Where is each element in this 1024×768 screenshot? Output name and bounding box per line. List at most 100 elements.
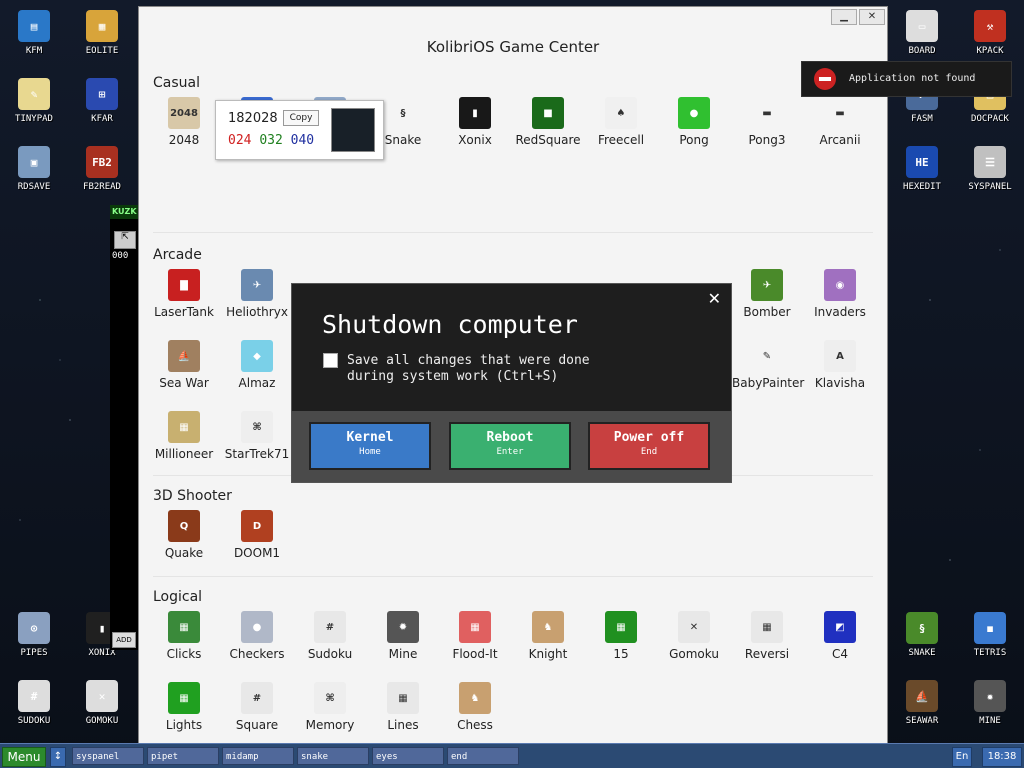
notification[interactable]: Application not found [801, 61, 1012, 97]
game-checkers[interactable]: ● Checkers [222, 611, 292, 661]
kernel-button[interactable]: Kernel Home [309, 422, 431, 470]
desktop-icon-tetris[interactable]: ◼ TETRIS [956, 612, 1024, 658]
game-label: C4 [831, 647, 848, 661]
game-sea-war[interactable]: ⛵ Sea War [149, 340, 219, 390]
game-millioneer[interactable]: ▦ Millioneer [149, 411, 219, 461]
save-changes-label[interactable]: Save all changes that were done during s… [347, 353, 590, 385]
game-mine[interactable]: ✹ Mine [368, 611, 438, 661]
game-knight[interactable]: ♞ Knight [513, 611, 583, 661]
notification-text: Application not found [849, 73, 976, 84]
game-c4[interactable]: ◩ C4 [805, 611, 875, 661]
game-freecell[interactable]: ♠ Freecell [586, 97, 656, 147]
task-pipet[interactable]: pipet [147, 747, 219, 765]
desktop-icon-label: EOLITE [85, 46, 119, 56]
stop-icon [814, 68, 836, 90]
almaz-icon: ◆ [241, 340, 273, 372]
power-off-button[interactable]: Power off End [588, 422, 710, 470]
add-button[interactable]: ADD [112, 632, 136, 648]
close-icon[interactable]: ✕ [708, 289, 721, 308]
game-heliothryx[interactable]: ✈ Heliothryx [222, 269, 292, 319]
task-snake[interactable]: snake [297, 747, 369, 765]
dialog-title: Shutdown computer [322, 310, 578, 339]
desktop-icon-snake[interactable]: § SNAKE [888, 612, 956, 658]
desktop-icon-kfm[interactable]: ▤ KFM [0, 10, 68, 56]
desktop-icon-eolite[interactable]: ▦ EOLITE [68, 10, 136, 56]
desktop-icon-kpack[interactable]: ⚒ KPACK [956, 10, 1024, 56]
game-label: Quake [164, 546, 204, 560]
game-redsquare[interactable]: ■ RedSquare [513, 97, 583, 147]
kfm-icon: ▤ [18, 10, 50, 42]
game-label: Sudoku [307, 647, 353, 661]
game-reversi[interactable]: ▦ Reversi [732, 611, 802, 661]
category-divider [153, 576, 873, 577]
game-gomoku[interactable]: ✕ Gomoku [659, 611, 729, 661]
task-eyes[interactable]: eyes [372, 747, 444, 765]
menu-button[interactable]: Menu [2, 747, 46, 767]
game-pong3[interactable]: ▬ Pong3 [732, 97, 802, 147]
desktop-icon-seawar[interactable]: ⛵ SEAWAR [888, 680, 956, 726]
game-label: Millioneer [154, 447, 214, 461]
desktop-icon-mine[interactable]: ✹ MINE [956, 680, 1024, 726]
gomoku-icon: ✕ [678, 611, 710, 643]
kpack-icon: ⚒ [974, 10, 1006, 42]
red-value: 024 [228, 133, 252, 148]
language-indicator[interactable]: En [952, 747, 972, 767]
desktop-icon-hexedit[interactable]: HE HEXEDIT [888, 146, 956, 192]
game-lights[interactable]: ▦ Lights [149, 682, 219, 732]
game-babypainter[interactable]: ✎ BabyPainter [732, 340, 804, 390]
tinypad-icon: ✎ [18, 78, 50, 110]
klavisha-icon: A [824, 340, 856, 372]
strip-button[interactable]: ⇱ [114, 231, 136, 249]
game-doom1[interactable]: D DOOM1 [222, 510, 292, 560]
game-square[interactable]: # Square [222, 682, 292, 732]
game-memory[interactable]: ⌘ Memory [295, 682, 365, 732]
flood-it-icon: ▦ [459, 611, 491, 643]
checkbox-line-2: during system work (Ctrl+S) [347, 369, 559, 384]
save-changes-checkbox[interactable] [323, 353, 338, 368]
eolite-icon: ▦ [86, 10, 118, 42]
game-2048[interactable]: 2048 2048 [149, 97, 219, 147]
desktop-icon-pipes[interactable]: ⊙ PIPES [0, 612, 68, 658]
game-bomber[interactable]: ✈ Bomber [732, 269, 802, 319]
heliothryx-icon: ✈ [241, 269, 273, 301]
game-quake[interactable]: Q Quake [149, 510, 219, 560]
clock[interactable]: 18:38 [982, 747, 1022, 767]
desktop-icon-board[interactable]: ▭ BOARD [888, 10, 956, 56]
task-end[interactable]: end [447, 747, 519, 765]
game-arcanii[interactable]: ▬ Arcanii [805, 97, 875, 147]
game-flood-it[interactable]: ▦ Flood-It [440, 611, 510, 661]
game-clicks[interactable]: ▦ Clicks [149, 611, 219, 661]
desktop-icon-fb2read[interactable]: FB2 FB2READ [68, 146, 136, 192]
desktop-icon-syspanel[interactable]: ☰ SYSPANEL [956, 146, 1024, 192]
tetris-icon: ◼ [974, 612, 1006, 644]
desktop-icon-rdsave[interactable]: ▣ RDSAVE [0, 146, 68, 192]
game-15[interactable]: ▦ 15 [586, 611, 656, 661]
rgb-values: 024 032 040 [228, 133, 314, 148]
game-lasertank[interactable]: ▇ LaserTank [149, 269, 219, 319]
copy-button[interactable]: Copy [283, 110, 319, 126]
game-xonix[interactable]: ▮ Xonix [440, 97, 510, 147]
game-almaz[interactable]: ◆ Almaz [222, 340, 292, 390]
game-pong[interactable]: ● Pong [659, 97, 729, 147]
shutdown-dialog: ✕ Shutdown computer Save all changes tha… [291, 283, 732, 483]
game-klavisha[interactable]: A Klavisha [805, 340, 875, 390]
game-label: Freecell [597, 133, 645, 147]
game-sudoku[interactable]: # Sudoku [295, 611, 365, 661]
bomber-icon: ✈ [751, 269, 783, 301]
task-syspanel[interactable]: syspanel [72, 747, 144, 765]
desktop-icon-gomoku[interactable]: ✕ GOMOKU [68, 680, 136, 726]
desktop-icon-kfar[interactable]: ⊞ KFAR [68, 78, 136, 124]
strip-counter: 000 [112, 251, 129, 261]
desktop-icon-sudoku[interactable]: # SUDOKU [0, 680, 68, 726]
game-startrek71[interactable]: ⌘ StarTrek71 [222, 411, 292, 461]
desktop-icon-tinypad[interactable]: ✎ TINYPAD [0, 78, 68, 124]
task-midamp[interactable]: midamp [222, 747, 294, 765]
pong3-icon: ▬ [751, 97, 783, 129]
reboot-button[interactable]: Reboot Enter [449, 422, 571, 470]
game-chess[interactable]: ♞ Chess [440, 682, 510, 732]
desktop-icon-label: RDSAVE [17, 182, 51, 192]
game-lines[interactable]: ▦ Lines [368, 682, 438, 732]
game-label: Reversi [744, 647, 790, 661]
game-invaders[interactable]: ◉ Invaders [805, 269, 875, 319]
arrows-icon[interactable]: ↕ [50, 747, 66, 767]
